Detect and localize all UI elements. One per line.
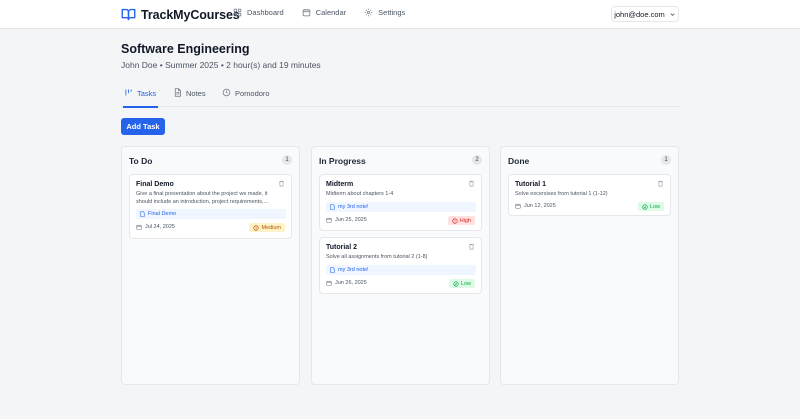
task-date-text: Jun 12, 2025 (524, 203, 556, 209)
top-navbar: TrackMyCourses Dashboard Calendar Settin… (0, 0, 800, 29)
note-icon (140, 211, 145, 217)
clock-icon (222, 88, 231, 97)
tab-tasks-label: Tasks (137, 89, 157, 98)
nav-dashboard[interactable]: Dashboard (233, 8, 284, 17)
column-title: In Progress (319, 156, 366, 166)
linked-note-chip[interactable]: my 3rd note! (326, 265, 476, 275)
user-email: john@doe.com (614, 9, 665, 19)
nav-calendar[interactable]: Calendar (302, 8, 346, 17)
check-circle-icon (453, 280, 459, 287)
nav-dashboard-label: Dashboard (247, 8, 284, 17)
column-done: Done 1 Tutorial 1 Solve excersises from … (500, 146, 679, 385)
column-count-badge: 1 (661, 155, 671, 165)
task-due-date: Jun 26, 2025 (326, 280, 367, 286)
trash-icon[interactable] (278, 180, 285, 187)
clock-icon (253, 224, 260, 231)
priority-badge-low: Low (448, 279, 475, 288)
column-title: To Do (129, 156, 153, 166)
linked-note-label: my 3rd note! (338, 204, 369, 210)
column-count-badge: 1 (282, 155, 292, 165)
brand[interactable]: TrackMyCourses (121, 6, 240, 23)
task-title: Tutorial 2 (326, 244, 357, 251)
tab-tasks[interactable]: Tasks (122, 85, 159, 108)
priority-label: High (459, 217, 471, 224)
task-description: Solve excersises from tutorial 1 (1-12) (515, 191, 608, 197)
task-date-text: Jun 25, 2025 (335, 217, 367, 223)
column-todo: To Do 1 Final Demo Give a final presenta… (121, 146, 300, 385)
task-card-final-demo[interactable]: Final Demo Give a final presentation abo… (129, 174, 292, 239)
tab-pomodoro-label: Pomodoro (235, 89, 270, 98)
calendar-icon (326, 217, 332, 223)
column-in-progress: In Progress 2 Midterm Midterm about chap… (311, 146, 490, 385)
task-due-date: Jun 25, 2025 (326, 217, 367, 223)
trash-icon[interactable] (468, 243, 475, 250)
page-subtitle: John Doe • Summer 2025 • 2 hour(s) and 1… (121, 60, 321, 70)
alert-circle-icon (452, 217, 458, 224)
linked-note-label: Final Demo (148, 211, 177, 217)
tab-pomodoro[interactable]: Pomodoro (222, 85, 270, 107)
main-nav: Dashboard Calendar Settings (233, 8, 405, 17)
linked-note-label: my 3rd note! (338, 267, 369, 273)
tab-notes-label: Notes (186, 89, 206, 98)
task-date-text: Jun 26, 2025 (335, 280, 367, 286)
note-icon (330, 204, 335, 210)
task-date-text: Jul 24, 2025 (145, 224, 175, 230)
chevron-down-icon (670, 12, 675, 16)
kanban-icon (125, 89, 132, 96)
gear-icon (364, 8, 373, 17)
column-title: Done (508, 156, 530, 166)
task-due-date: Jul 24, 2025 (136, 224, 175, 230)
task-due-date: Jun 12, 2025 (515, 203, 556, 209)
notes-icon (174, 88, 181, 97)
column-count-badge: 2 (472, 155, 482, 165)
task-title: Final Demo (136, 181, 174, 188)
priority-badge-high: High (447, 216, 475, 225)
linked-note-chip[interactable]: Final Demo (136, 209, 286, 219)
task-description: Midterm about chapters 1-4 (326, 191, 394, 197)
user-menu-dropdown[interactable]: john@doe.com (611, 6, 679, 22)
task-card-tutorial-2[interactable]: Tutorial 2 Solve all assignments from tu… (319, 237, 482, 294)
grid-icon (233, 8, 242, 17)
nav-settings-label: Settings (378, 8, 406, 17)
nav-settings[interactable]: Settings (364, 8, 405, 17)
calendar-icon (302, 9, 310, 17)
task-card-midterm[interactable]: Midterm Midterm about chapters 1-4 my 3r… (319, 174, 482, 231)
priority-label: Low (649, 203, 660, 210)
calendar-icon (515, 203, 521, 209)
tab-bar: Tasks Notes Pomodoro (121, 85, 680, 108)
task-description: Solve all assignments from tutorial 2 (1… (326, 254, 428, 260)
check-circle-icon (642, 203, 648, 210)
nav-calendar-label: Calendar (315, 8, 347, 17)
trash-icon[interactable] (657, 180, 664, 187)
calendar-icon (326, 280, 332, 286)
priority-badge-low: Low (637, 202, 664, 211)
app-name: TrackMyCourses (141, 7, 240, 22)
task-title: Midterm (326, 181, 354, 188)
linked-note-chip[interactable]: my 3rd note! (326, 202, 476, 212)
page-title: Software Engineering (121, 42, 250, 56)
priority-label: Medium (261, 224, 281, 231)
trash-icon[interactable] (468, 180, 475, 187)
book-open-icon (121, 8, 136, 21)
tab-notes[interactable]: Notes (173, 85, 206, 107)
note-icon (330, 267, 335, 273)
task-card-tutorial-1[interactable]: Tutorial 1 Solve excersises from tutoria… (508, 174, 671, 216)
add-task-button[interactable]: Add Task (121, 118, 165, 135)
priority-label: Low (460, 280, 471, 287)
calendar-icon (136, 224, 142, 230)
task-title: Tutorial 1 (515, 181, 546, 188)
priority-badge-medium: Medium (249, 223, 285, 232)
task-description: Give a final presentation about the proj… (136, 191, 269, 205)
